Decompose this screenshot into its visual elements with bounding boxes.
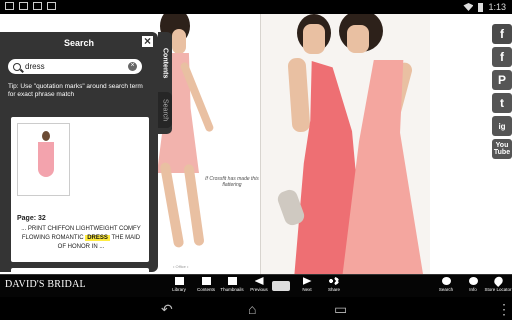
bottom-toolbar: DAVID'S BRIDAL Library Contents Thumbnai… [0, 274, 512, 297]
clear-search-icon[interactable]: × [128, 62, 137, 71]
next-icon [302, 277, 312, 285]
system-status: 1:13 [463, 2, 506, 12]
search-icon [13, 62, 21, 71]
thumbnails-icon [227, 277, 237, 285]
next-label: Next [302, 287, 312, 292]
info-label: Info [469, 287, 477, 292]
search-result-thumbnail[interactable] [17, 123, 70, 196]
close-icon[interactable]: × [142, 35, 153, 47]
previous-label: Previous [250, 287, 268, 292]
thumbnail-model-head [42, 131, 50, 141]
image-notification-icon [5, 2, 14, 10]
brand-logo: DAVID'S BRIDAL [5, 279, 86, 290]
youtube-icon[interactable]: You Tube [492, 139, 512, 159]
store-locator-button[interactable]: Store Locator [482, 274, 512, 297]
android-status-bar: 1:13 [0, 0, 512, 14]
search-panel-title: Search [63, 38, 95, 48]
notification-icons [5, 2, 56, 10]
search-icon [441, 277, 451, 285]
location-pin-icon [491, 274, 505, 288]
battery-icon [478, 2, 484, 12]
tab-search[interactable]: Search [158, 92, 172, 128]
share-icon [329, 277, 339, 285]
middle-model-face [303, 24, 325, 54]
instagram-icon[interactable]: ig [492, 116, 512, 136]
search-input[interactable] [25, 62, 120, 71]
catalog-viewer[interactable]: If Crossfit has made this flattering • O… [0, 14, 512, 289]
search-field[interactable]: × [8, 59, 142, 74]
search-panel: Search × × Tip: Use "quotation marks" ar… [0, 32, 158, 289]
previous-button[interactable]: Previous [243, 277, 275, 297]
android-navigation-bar: ↶ ⌂ ▭ ⋮ [0, 297, 512, 320]
panel-tabs: Contents Search [158, 32, 172, 134]
mail-notification-icon [19, 2, 28, 10]
middle-model-arm [287, 57, 311, 133]
right-catalog-page[interactable] [261, 14, 430, 274]
tab-contents[interactable]: Contents [158, 39, 172, 87]
back-icon[interactable]: ↶ [161, 302, 173, 316]
twitter-icon[interactable]: t [492, 93, 512, 113]
calendar-notification-icon [47, 2, 56, 10]
page-number-field[interactable] [272, 281, 290, 291]
thumbnail-dress [38, 142, 54, 177]
facebook-icon[interactable]: f [492, 24, 512, 44]
pinterest-icon[interactable]: P [492, 70, 512, 90]
overflow-menu-icon[interactable]: ⋮ [497, 302, 511, 316]
right-model-face [347, 25, 369, 53]
library-label: Library [172, 287, 186, 292]
info-icon [468, 277, 478, 285]
download-notification-icon [33, 2, 42, 10]
result-page-number: Page: 32 [17, 215, 46, 222]
home-icon[interactable]: ⌂ [248, 302, 256, 316]
contents-icon [201, 277, 211, 285]
share-button[interactable]: Share [318, 277, 350, 297]
search-result-card[interactable]: Page: 32 ... PRINT CHIFFON LIGHTWEIGHT C… [11, 117, 149, 262]
facebook-like-icon[interactable]: f [492, 47, 512, 67]
result-snippet: ... PRINT CHIFFON LIGHTWEIGHT COMFY FLOW… [18, 225, 144, 252]
left-model-leg [159, 161, 185, 249]
recent-apps-icon[interactable]: ▭ [334, 302, 347, 316]
search-label: Search [438, 287, 454, 292]
search-tip: Tip: Use "quotation marks" around search… [8, 83, 143, 98]
previous-icon [254, 277, 264, 285]
share-label: Share [327, 287, 340, 292]
library-icon [174, 277, 184, 285]
left-model-face [172, 29, 186, 54]
status-time: 1:13 [488, 2, 506, 12]
search-match-highlight: DRESS [85, 235, 110, 241]
contents-label: Contents [196, 287, 215, 292]
thumbnails-label: Thumbnails [220, 287, 244, 292]
page-caption: If Crossfit has made this flattering [205, 176, 259, 188]
wifi-icon [463, 3, 474, 11]
page-footer-text: • Office • [173, 264, 189, 269]
store-locator-label: Store Locator [484, 287, 512, 292]
